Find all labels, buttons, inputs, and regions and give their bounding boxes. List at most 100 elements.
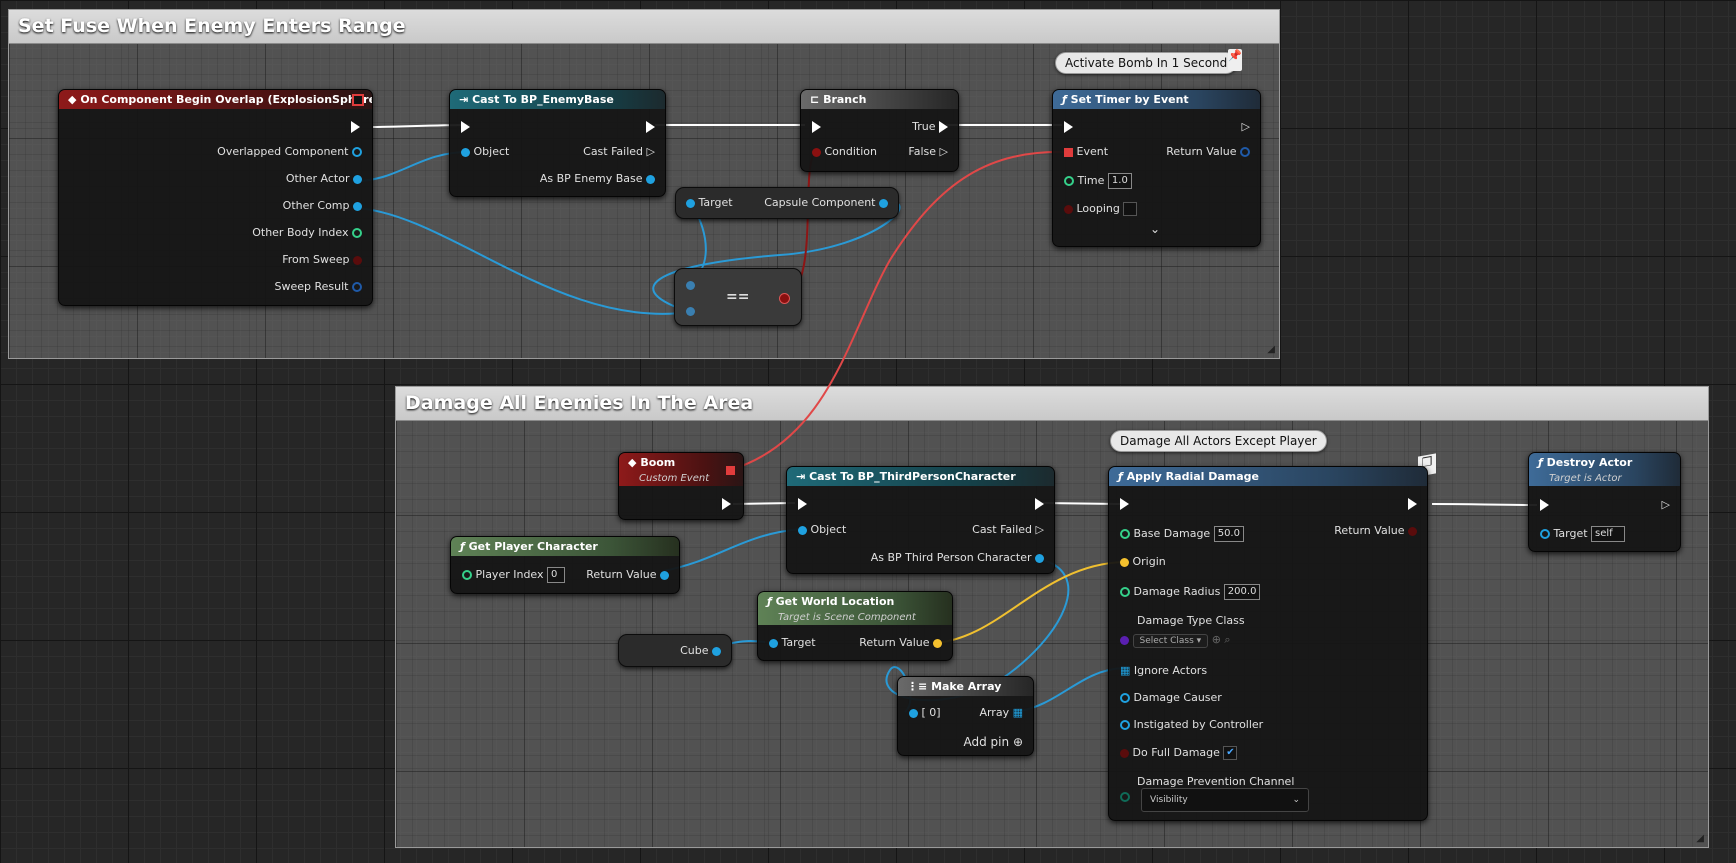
exec-output-pin[interactable] — [1035, 497, 1044, 510]
pin-do-full-damage[interactable]: Do Full Damage ✔ — [1120, 746, 1238, 760]
node-cast-to-enemy-base[interactable]: ⇥ Cast To BP_EnemyBase Object Cast Faile… — [449, 89, 666, 197]
node-on-component-begin-overlap[interactable]: ◆ On Component Begin Overlap (ExplosionS… — [58, 89, 373, 306]
object-pin-icon — [769, 638, 778, 648]
node-destroy-actor[interactable]: ƒ Destroy Actor Target is Actor ▷ Target… — [1528, 452, 1681, 552]
exec-output-pin[interactable]: ▷ — [1662, 498, 1670, 511]
node-title: Make Array — [931, 680, 1002, 693]
exec-input-pin[interactable] — [812, 120, 821, 133]
pin-capsule-component[interactable]: Capsule Component — [764, 196, 888, 209]
pushpin-icon[interactable]: 📌 — [1228, 49, 1242, 71]
pin-return-value[interactable]: Return Value — [1334, 524, 1417, 537]
select-class-dropdown[interactable]: Select Class ▾ — [1132, 634, 1209, 648]
pin-target[interactable]: Target — [769, 636, 816, 649]
exec-output-pin[interactable] — [351, 120, 360, 133]
node-equals[interactable]: == — [674, 268, 802, 326]
delegate-pin[interactable] — [352, 94, 364, 106]
pin-from-sweep[interactable]: From Sweep — [282, 253, 362, 266]
pin-as-third-person[interactable]: As BP Third Person Character — [871, 551, 1044, 564]
exec-input-pin[interactable] — [1064, 120, 1073, 133]
pin-array-item[interactable]: [ 0] — [909, 706, 941, 719]
node-get-world-location[interactable]: ƒ Get World Location Target is Scene Com… — [757, 591, 953, 661]
comment-bubble-timer[interactable]: Activate Bomb In 1 Second — [1055, 52, 1238, 74]
delegate-pin[interactable] — [726, 466, 735, 475]
bool-pin-icon[interactable] — [779, 293, 790, 304]
pin-damage-type-class[interactable]: Select Class ▾ ⊕ ⌕ — [1120, 633, 1231, 648]
pin-cube[interactable]: Cube — [680, 644, 721, 657]
base-damage-input[interactable]: 50.0 — [1213, 526, 1244, 542]
comment-bubble-damage[interactable]: Damage All Actors Except Player — [1110, 430, 1327, 452]
target-self-field[interactable]: self — [1591, 526, 1626, 542]
full-damage-checkbox[interactable]: ✔ — [1223, 746, 1238, 760]
pin-target[interactable]: Target — [686, 196, 733, 209]
exec-output-pin[interactable] — [1408, 497, 1417, 510]
node-set-timer-by-event[interactable]: ƒ Set Timer by Event ▷ Event Return Valu… — [1052, 89, 1261, 247]
exec-hollow-icon: ▷ — [646, 145, 655, 158]
pin-damage-radius[interactable]: Damage Radius 200.0 — [1120, 584, 1261, 600]
pin-instigated-by-controller[interactable]: Instigated by Controller — [1120, 718, 1263, 731]
pin-looping[interactable]: Looping — [1064, 202, 1138, 216]
pin-true[interactable]: True — [912, 120, 948, 133]
plus-circle-icon[interactable]: ⊕ — [1212, 633, 1221, 646]
exec-output-pin[interactable]: ▷ — [1242, 120, 1250, 133]
pin-label: Cube — [680, 644, 709, 657]
pin-origin[interactable]: Origin — [1120, 555, 1166, 568]
pin-return-value[interactable]: Return Value — [859, 636, 942, 649]
looping-checkbox[interactable] — [1123, 202, 1138, 216]
pin-return-value[interactable]: Return Value — [1166, 145, 1250, 158]
node-cast-to-third-person[interactable]: ⇥ Cast To BP_ThirdPersonCharacter Object… — [786, 466, 1055, 574]
pin-label: Damage Causer — [1133, 691, 1222, 704]
pin-condition[interactable]: Condition — [812, 145, 877, 158]
exec-output-pin[interactable] — [722, 497, 731, 510]
search-icon[interactable]: ⌕ — [1224, 633, 1230, 646]
node-get-capsule-component[interactable]: Target Capsule Component — [675, 187, 899, 219]
pin-ignore-actors[interactable]: ▦ Ignore Actors — [1120, 664, 1207, 677]
pin-base-damage[interactable]: Base Damage 50.0 — [1120, 526, 1244, 542]
function-f-icon: ƒ — [1062, 93, 1067, 106]
pin-event[interactable]: Event — [1064, 145, 1108, 158]
select-class-label: Select Class — [1139, 636, 1194, 646]
pin-array-output[interactable]: Array ▦ — [979, 706, 1023, 719]
pin-as-enemy-base[interactable]: As BP Enemy Base — [540, 172, 655, 185]
pin-label: Origin — [1132, 555, 1166, 568]
object-pin-icon[interactable] — [686, 307, 695, 316]
exec-output-pin[interactable] — [646, 120, 655, 133]
add-pin-button[interactable]: Add pin ⊕ — [964, 735, 1024, 749]
pin-player-index[interactable]: Player Index 0 — [462, 567, 566, 583]
player-index-input[interactable]: 0 — [547, 567, 566, 583]
pin-other-actor[interactable]: Other Actor — [286, 172, 362, 185]
object-pin-icon[interactable] — [686, 281, 695, 290]
node-apply-radial-damage[interactable]: ƒ Apply Radial Damage Base Damage 50.0 R… — [1108, 466, 1428, 821]
prevention-channel-dropdown[interactable]: Visibility ⌄ — [1141, 788, 1309, 812]
pin-other-body-index[interactable]: Other Body Index — [252, 226, 362, 239]
pin-cast-failed[interactable]: Cast Failed ▷ — [972, 523, 1044, 536]
pin-object[interactable]: Object — [461, 145, 509, 158]
exec-input-pin[interactable] — [1540, 498, 1549, 511]
int-pin-icon — [352, 228, 362, 238]
pin-target[interactable]: Target self — [1540, 526, 1626, 542]
pin-cast-failed[interactable]: Cast Failed ▷ — [583, 145, 655, 158]
pin-other-comp[interactable]: Other Comp — [283, 199, 362, 212]
pin-sweep-result[interactable]: Sweep Result — [275, 280, 362, 293]
node-boom-custom-event[interactable]: ◆ Boom Custom Event — [618, 452, 744, 520]
time-input[interactable]: 1.0 — [1107, 173, 1132, 189]
damage-radius-input[interactable]: 200.0 — [1223, 584, 1261, 600]
expand-arrow-icon[interactable]: ⌄ — [1150, 222, 1160, 236]
enum-pin-icon[interactable] — [1120, 792, 1130, 802]
exec-input-pin[interactable] — [461, 120, 470, 133]
object-pin-icon — [712, 646, 721, 656]
node-branch[interactable]: ⊏ Branch True Condition False ▷ — [800, 89, 959, 172]
pin-time[interactable]: Time 1.0 — [1064, 173, 1132, 189]
function-f-icon: ƒ — [460, 540, 465, 553]
exec-input-pin[interactable] — [798, 497, 807, 510]
node-cube-variable[interactable]: Cube — [618, 634, 732, 667]
object-pin-icon — [461, 147, 470, 157]
pin-overlapped-component[interactable]: Overlapped Component — [217, 145, 362, 158]
node-get-player-character[interactable]: ƒ Get Player Character Player Index 0 Re… — [450, 536, 680, 594]
pin-object[interactable]: Object — [798, 523, 846, 536]
pin-damage-causer[interactable]: Damage Causer — [1120, 691, 1222, 704]
object-pin-icon — [646, 174, 655, 184]
pin-false[interactable]: False ▷ — [908, 145, 948, 158]
node-make-array[interactable]: ⋮≡ Make Array [ 0] Array ▦ Add pin ⊕ — [897, 676, 1034, 756]
exec-input-pin[interactable] — [1120, 497, 1129, 510]
pin-return-value[interactable]: Return Value — [586, 568, 669, 581]
